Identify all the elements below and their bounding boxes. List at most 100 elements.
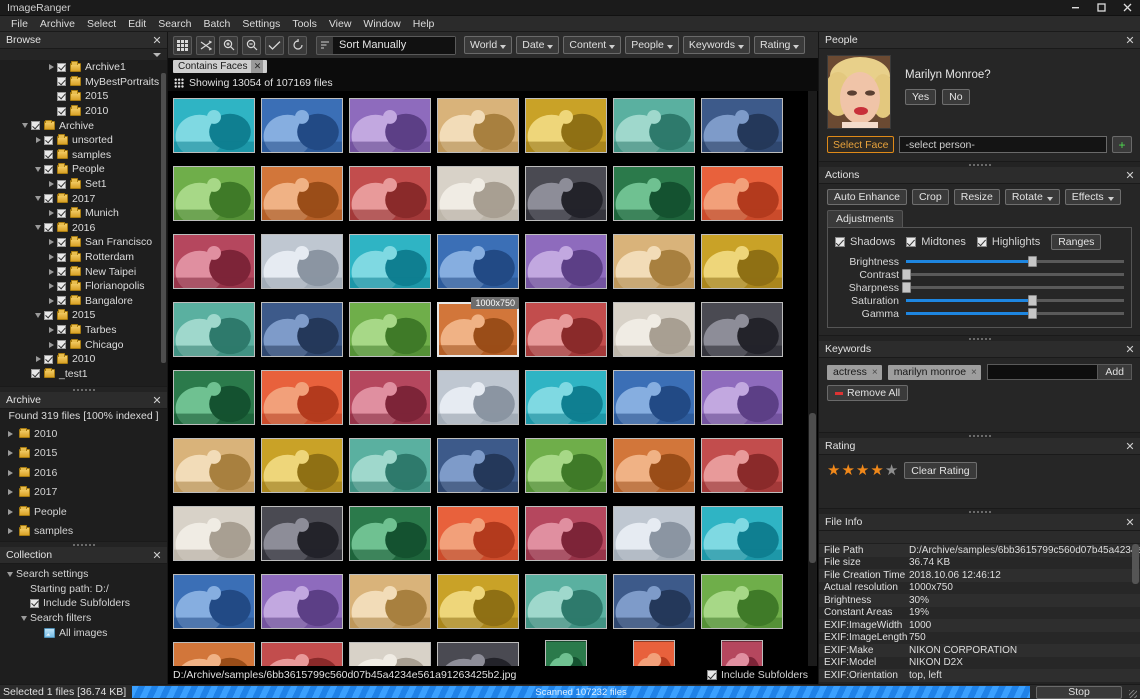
fileinfo-row[interactable]: EXIF:ImageLength750 (819, 632, 1140, 645)
keyword-chip[interactable]: actress× (827, 365, 882, 380)
close-icon[interactable] (1114, 0, 1140, 16)
fileinfo-row[interactable]: Constant Areas19% (819, 607, 1140, 620)
thumbnail-cell[interactable] (170, 635, 258, 666)
thumbnail-cell[interactable] (698, 227, 786, 295)
expand-arrow-icon[interactable] (4, 431, 16, 437)
folder-checkbox[interactable] (57, 77, 66, 86)
folder-checkbox[interactable] (57, 267, 66, 276)
filter-dropdown-rating[interactable]: Rating (754, 36, 805, 54)
include-subfolders-checkbox[interactable] (707, 670, 717, 680)
thumbnail-grid-container[interactable]: 1000x750454 (168, 91, 818, 666)
add-person-icon[interactable]: + (1112, 136, 1132, 153)
folder-checkbox[interactable] (57, 282, 66, 291)
thumbnail-cell[interactable] (346, 227, 434, 295)
browse-tree-item[interactable]: 2015 (0, 308, 167, 323)
fileinfo-row[interactable]: EXIF:ModelNIKON D2X (819, 657, 1140, 670)
thumbnail-cell[interactable] (258, 295, 346, 363)
fileinfo-row[interactable]: Brightness30% (819, 594, 1140, 607)
menu-item-help[interactable]: Help (407, 16, 441, 32)
collapse-arrow-icon[interactable] (4, 572, 16, 577)
action-effects-dropdown[interactable]: Effects (1065, 189, 1121, 205)
browse-scrollbar[interactable] (161, 73, 166, 363)
thumbnail-cell[interactable] (434, 363, 522, 431)
remove-all-keywords-button[interactable]: Remove All (827, 385, 908, 401)
archive-list[interactable]: 2010201520162017Peoplesamplesunsorted (0, 424, 167, 541)
thumbnail-cell[interactable] (346, 635, 434, 666)
check-shadows[interactable] (835, 237, 845, 247)
menu-item-window[interactable]: Window (357, 16, 406, 32)
thumbnail-cell[interactable] (346, 159, 434, 227)
collection-tree-item[interactable]: Include Subfolders (0, 596, 167, 611)
expand-arrow-icon[interactable] (4, 528, 16, 534)
ranges-button[interactable]: Ranges (1051, 234, 1101, 250)
action-auto-enhance-button[interactable]: Auto Enhance (827, 189, 907, 205)
slider-track[interactable] (906, 260, 1124, 263)
menu-item-tools[interactable]: Tools (286, 16, 323, 32)
thumbnail-cell[interactable] (522, 431, 610, 499)
grid-view-icon[interactable] (173, 36, 192, 55)
collection-tree[interactable]: Search settingsStarting path: D:/Include… (0, 564, 167, 684)
folder-checkbox[interactable] (57, 63, 66, 72)
thumbnail-cell[interactable] (698, 431, 786, 499)
menu-item-edit[interactable]: Edit (122, 16, 152, 32)
person-select-input[interactable]: -select person- (899, 136, 1107, 153)
browse-tree-item[interactable]: 2010 (0, 104, 167, 119)
thumbnail-cell[interactable] (258, 363, 346, 431)
slider-track[interactable] (906, 299, 1124, 302)
folder-checkbox[interactable] (44, 355, 53, 364)
collapse-arrow-icon[interactable] (32, 196, 44, 201)
browse-tree-item[interactable]: San Francisco (0, 235, 167, 250)
folder-checkbox[interactable] (57, 238, 66, 247)
rating-star[interactable]: ★ (885, 463, 898, 478)
thumbnail-cell[interactable] (434, 635, 522, 666)
action-crop-button[interactable]: Crop (912, 189, 949, 205)
expand-arrow-icon[interactable] (32, 137, 44, 143)
browse-tree-item[interactable]: 2017 (0, 191, 167, 206)
browse-tree-item[interactable]: _test1 (0, 366, 167, 381)
collapse-arrow-icon[interactable] (32, 167, 44, 172)
expand-arrow-icon[interactable] (45, 254, 57, 260)
folder-checkbox[interactable] (57, 107, 66, 116)
archive-list-item[interactable]: 2016 (0, 463, 167, 483)
action-resize-button[interactable]: Resize (954, 189, 1000, 205)
thumbnail-cell[interactable]: 4 (522, 635, 610, 666)
thumbnail-cell[interactable] (698, 159, 786, 227)
collection-tree-item[interactable]: Search filters (0, 611, 167, 626)
folder-checkbox[interactable] (57, 325, 66, 334)
fileinfo-row[interactable]: Actual resolution1000x750 (819, 582, 1140, 595)
fileinfo-row[interactable]: EXIF:Orientationtop, left (819, 669, 1140, 682)
zoom-out-icon[interactable] (242, 36, 261, 55)
action-rotate-dropdown[interactable]: Rotate (1005, 189, 1060, 205)
archive-list-item[interactable]: 2017 (0, 483, 167, 503)
collapse-arrow-icon[interactable] (32, 313, 44, 318)
rating-close-icon[interactable]: ✕ (1124, 440, 1136, 453)
fileinfo-row[interactable]: EXIF:MakeNIKON CORPORATION (819, 644, 1140, 657)
thumbnail-cell[interactable] (610, 499, 698, 567)
expand-arrow-icon[interactable] (45, 342, 57, 348)
keyword-input[interactable] (987, 364, 1098, 380)
archive-close-icon[interactable]: ✕ (151, 394, 163, 407)
add-keyword-button[interactable]: Add (1098, 364, 1132, 380)
expand-arrow-icon[interactable] (45, 283, 57, 289)
fileinfo-close-icon[interactable]: ✕ (1124, 516, 1136, 529)
archive-list-item[interactable]: 2010 (0, 424, 167, 444)
thumbnail-cell[interactable] (522, 227, 610, 295)
folder-checkbox[interactable] (44, 165, 53, 174)
thumbnail-cell[interactable] (522, 499, 610, 567)
collection-tree-item[interactable]: All images (0, 625, 167, 640)
slider-handle[interactable] (1028, 295, 1037, 306)
folder-checkbox[interactable] (57, 180, 66, 189)
expand-arrow-icon[interactable] (4, 509, 16, 515)
folder-checkbox[interactable] (44, 311, 53, 320)
thumbnail-cell[interactable] (522, 363, 610, 431)
filter-dropdown-content[interactable]: Content (563, 36, 621, 54)
slider-handle[interactable] (1028, 308, 1037, 319)
keyword-chip-close-icon[interactable]: × (872, 367, 878, 378)
browse-tree-item[interactable]: People (0, 162, 167, 177)
thumbnail-cell[interactable] (522, 567, 610, 635)
thumbnail-cell[interactable] (258, 431, 346, 499)
folder-checkbox[interactable] (44, 223, 53, 232)
menu-item-batch[interactable]: Batch (198, 16, 237, 32)
thumbnail-cell[interactable] (346, 567, 434, 635)
refresh-icon[interactable] (288, 36, 307, 55)
